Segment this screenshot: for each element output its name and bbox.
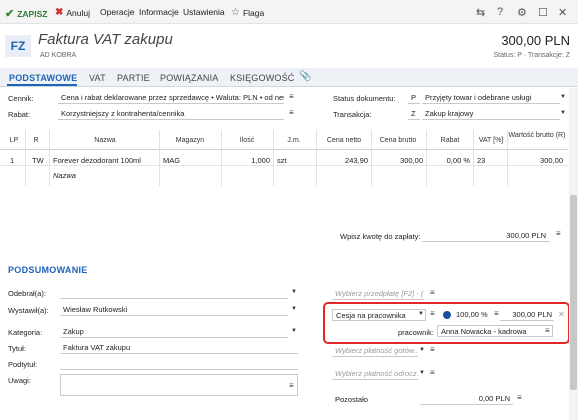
rabat-menu-icon[interactable]: ≡ (289, 108, 294, 117)
highlight-box (323, 302, 570, 344)
settings-menu[interactable]: Ustawienia (183, 7, 225, 17)
check-icon: ✔ (5, 8, 15, 20)
chevron-down-icon[interactable]: ▼ (419, 347, 425, 353)
summary-title: PODSUMOWANIE (8, 265, 88, 275)
row-nazwa[interactable]: Forever dezodorant 100ml (53, 156, 141, 165)
row-magazyn[interactable]: MAG (163, 156, 180, 165)
window-close-icon[interactable]: ✕ (558, 6, 567, 19)
help-icon[interactable]: ? (497, 6, 503, 18)
pozostalo-menu-icon[interactable]: ≡ (517, 393, 522, 402)
odebral-label: Odebrał(a): (8, 289, 46, 298)
transakcja-code: Z (408, 108, 420, 120)
new-row-input[interactable]: Nazwa (53, 171, 76, 180)
cash-payment-field[interactable]: Wybierz płatność gotów... (332, 345, 418, 357)
payment-entry-field[interactable]: 300,00 PLN (422, 230, 550, 242)
wystawil-select[interactable]: Wiesław Rutkowski (60, 304, 288, 316)
col-lp[interactable]: LP (4, 137, 24, 145)
kategoria-label: Kategoria: (8, 328, 43, 337)
row-cena-netto[interactable]: 243,90 (316, 156, 368, 165)
deferred-menu-icon[interactable]: ≡ (430, 368, 435, 377)
flag-button[interactable]: ☆ Flaga (231, 7, 264, 18)
chevron-down-icon[interactable]: ▼ (291, 328, 297, 334)
podtytul-field[interactable] (60, 358, 298, 370)
rabat-label: Rabat: (8, 110, 31, 119)
chevron-down-icon[interactable]: ▼ (560, 94, 566, 100)
info-menu[interactable]: Informacje (139, 7, 179, 17)
close-icon: ✖ (55, 7, 64, 18)
tab-podstawowe[interactable]: PODSTAWOWE (9, 73, 77, 83)
tab-vat[interactable]: VAT (89, 73, 106, 83)
tab-ksiegowosc[interactable]: KSIĘGOWOŚĆ (230, 73, 295, 83)
col-nazwa[interactable]: Nazwa (50, 137, 160, 145)
cennik-label: Cennik: (8, 94, 34, 103)
document-type-badge: FZ (5, 35, 31, 57)
deferred-payment-field[interactable]: Wybierz płatność odrocz... (332, 368, 418, 380)
cennik-field[interactable]: Cena i rabat deklarowane przez sprzedawc… (58, 92, 284, 104)
col-r[interactable]: R (26, 137, 46, 145)
payment-entry-menu-icon[interactable]: ≡ (556, 229, 561, 238)
col-magazyn[interactable]: Magazyn (160, 137, 220, 145)
row-rabat[interactable]: 0,00 % (426, 156, 470, 165)
cancel-label: Anuluj (66, 7, 91, 18)
chevron-down-icon[interactable]: ▼ (560, 110, 566, 116)
transakcja-select[interactable]: Zakup krajowy (422, 108, 560, 120)
prepayment-field[interactable]: Wybierz przedpłatę [F2] - (... (332, 288, 424, 300)
contractor-name: AD KOBRA (40, 52, 77, 59)
chevron-down-icon[interactable]: ▼ (291, 289, 297, 295)
chevron-down-icon[interactable]: ▼ (419, 370, 425, 376)
col-ilosc[interactable]: Ilość (222, 137, 272, 145)
gear-icon[interactable]: ⚙ (517, 6, 527, 19)
uwagi-label: Uwagi: (8, 376, 31, 385)
cash-menu-icon[interactable]: ≡ (430, 345, 435, 354)
podtytul-label: Podtytuł: (8, 360, 38, 369)
transakcja-label: Transakcja: (333, 110, 372, 119)
attachment-icon[interactable]: 📎 (299, 71, 312, 82)
star-icon: ☆ (231, 7, 240, 18)
col-cena-brutto[interactable]: Cena brutto (372, 137, 424, 145)
tytul-field[interactable]: Faktura VAT zakupu (60, 342, 298, 354)
col-vat[interactable]: VAT [%] (474, 137, 508, 145)
rabat-field[interactable]: Korzystniejszy z kontrahenta/cennika (58, 108, 284, 120)
row-jm[interactable]: szt (277, 156, 287, 165)
save-label: ZAPISZ (17, 8, 48, 19)
row-lp: 1 (10, 156, 15, 165)
document-status: Status: P · Transakcje: Z (493, 52, 570, 59)
flag-label: Flaga (242, 7, 265, 18)
active-tab-indicator (7, 84, 77, 86)
operations-menu[interactable]: Operacje (100, 7, 135, 17)
col-wartosc-brutto[interactable]: Wartość brutto (R) (508, 132, 566, 140)
chevron-down-icon[interactable]: ▼ (291, 306, 297, 312)
prepayment-menu-icon[interactable]: ≡ (430, 288, 435, 297)
tab-powiazania[interactable]: POWIĄZANIA (160, 73, 219, 83)
wystawil-label: Wystawił(a): (8, 306, 49, 315)
payment-entry-label: Wpisz kwotę do zapłaty: (340, 232, 421, 241)
uwagi-textarea[interactable] (60, 374, 298, 396)
row-vat[interactable]: 23 (477, 156, 485, 165)
status-code: P (408, 92, 420, 104)
scrollbar-thumb[interactable] (570, 195, 577, 390)
col-jm[interactable]: J.m. (274, 137, 314, 145)
cennik-menu-icon[interactable]: ≡ (289, 92, 294, 101)
kategoria-select[interactable]: Zakup (60, 326, 288, 338)
col-rabat[interactable]: Rabat (428, 137, 472, 145)
tytul-label: Tytuł: (8, 344, 26, 353)
row-cena-brutto[interactable]: 300,00 (371, 156, 423, 165)
document-total: 300,00 PLN (501, 33, 570, 48)
transfer-icon[interactable]: ⇆ (476, 6, 485, 19)
pozostalo-label: Pozostało (335, 395, 368, 404)
page-title: Faktura VAT zakupu (38, 31, 173, 48)
odebral-select[interactable] (60, 287, 288, 299)
row-wartosc[interactable]: 300,00 (507, 156, 563, 165)
row-r: TW (32, 156, 44, 165)
maximize-icon[interactable]: ☐ (538, 6, 548, 19)
pozostalo-value: 0,00 PLN (420, 393, 513, 405)
tab-partie[interactable]: PARTIE (117, 73, 150, 83)
cancel-button[interactable]: ✖ Anuluj (55, 7, 90, 18)
col-cena-netto[interactable]: Cena netto (318, 137, 370, 145)
status-label: Status dokumentu: (333, 94, 396, 103)
row-ilosc[interactable]: 1,000 (222, 156, 270, 165)
save-button[interactable]: ✔ ZAPISZ (5, 7, 47, 20)
status-select[interactable]: Przyjęty towar i odebrane usługi (422, 92, 560, 104)
uwagi-menu-icon[interactable]: ≡ (289, 381, 294, 390)
